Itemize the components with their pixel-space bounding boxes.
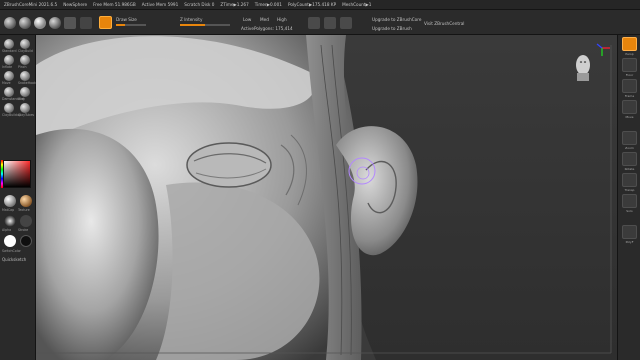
zoom-view-button[interactable] — [622, 131, 637, 145]
brush-label-inflate: Inflate — [2, 65, 13, 69]
resolution-high-button[interactable]: High — [275, 16, 289, 23]
upgrade-zbrushcore-link[interactable]: Upgrade to ZBrushCore — [372, 17, 421, 22]
sculpt-viewport[interactable] — [36, 35, 617, 360]
axis-gizmo-icon — [596, 43, 610, 56]
top-shelf: Draw Size Z Intensity Low Med High Activ… — [0, 10, 640, 40]
inflate-brush-icon[interactable] — [4, 55, 14, 65]
brush-label-claytubes: ClayTubes — [18, 113, 35, 117]
frame-button[interactable] — [622, 79, 637, 93]
damstandard-brush-icon[interactable] — [4, 87, 14, 97]
frame-label: Frame — [624, 94, 635, 98]
zoom-view-label: Zoom — [625, 146, 634, 150]
timer: Timer▶0.001 — [254, 2, 282, 7]
info-bar: ZBrushCoreMini 2021.6.5 NewSphere Free M… — [0, 0, 640, 10]
polyframe-button[interactable] — [622, 225, 637, 239]
left-tray: Standard ClayBuild Inflate Pinch Move Sn… — [0, 35, 36, 360]
persp-label: Persp — [625, 52, 634, 56]
stroke-icon[interactable] — [80, 17, 92, 29]
brush-icon[interactable] — [49, 17, 61, 29]
material-icon[interactable] — [34, 17, 46, 29]
brush-label-move: Move — [2, 81, 11, 85]
upgrade-zbrush-link[interactable]: Upgrade to ZBrush — [372, 26, 412, 31]
document-canvas[interactable] — [36, 35, 617, 360]
snakehook-brush-icon[interactable] — [20, 71, 30, 81]
alpha-swatch[interactable] — [4, 215, 16, 227]
dynamesh-icon[interactable] — [324, 17, 336, 29]
scratch-disk: Scratch Disk 0 — [184, 2, 215, 7]
alpha-label: Alpha — [2, 228, 12, 232]
move-view-button[interactable] — [622, 100, 637, 114]
material-swatch[interactable] — [4, 195, 16, 207]
resolution-low-button[interactable]: Low — [241, 16, 253, 23]
app-title: ZBrushCoreMini 2021.6.5 — [4, 2, 58, 7]
texture-icon[interactable] — [64, 17, 76, 29]
material-label: MatCap — [2, 208, 15, 212]
z-intensity-slider[interactable] — [180, 24, 230, 26]
draw-size-label: Draw Size — [116, 17, 137, 22]
resolution-med-button[interactable]: Med — [258, 16, 271, 23]
texture-label: Texture — [18, 208, 30, 212]
free-mem: Free Mem 51.986GB — [93, 2, 136, 7]
pinch-brush-icon[interactable] — [20, 55, 30, 65]
document-name: NewSphere — [63, 2, 88, 7]
floor-label: Floor — [625, 73, 634, 77]
sphere-icon[interactable] — [19, 17, 31, 29]
symmetry-icon[interactable] — [308, 17, 320, 29]
brush-label-clay: Clay — [18, 97, 25, 101]
draw-size-slider[interactable] — [116, 24, 146, 26]
move-view-label: Move — [625, 115, 634, 119]
floor-button[interactable] — [622, 58, 637, 72]
color-picker[interactable] — [3, 160, 31, 188]
rotate-view-label: Rotate — [624, 167, 635, 171]
brush-label-standard: Standard — [2, 49, 17, 53]
stroke-label: Stroke — [18, 228, 29, 232]
clay-brush-icon[interactable] — [20, 87, 30, 97]
rotate-view-button[interactable] — [622, 152, 637, 166]
transp-label: Transp — [624, 188, 635, 192]
stroke-swatch[interactable] — [20, 215, 32, 227]
quicksketch-label[interactable]: Quicksketch — [2, 257, 26, 262]
z-intensity-label: Z Intensity — [180, 17, 203, 22]
solo-button[interactable] — [622, 194, 637, 208]
polyframe-label: PolyF — [625, 240, 634, 244]
brush-label-pinch: Pinch — [18, 65, 27, 69]
eyelid-shape — [186, 142, 272, 188]
brush-label-snakehook: SnakeHook — [18, 81, 36, 85]
standard-brush-icon[interactable] — [4, 39, 14, 49]
active-polygons: ActivePolygons: 175,414 — [241, 26, 293, 31]
zremesher-icon[interactable] — [340, 17, 352, 29]
z-intensity-fill — [180, 24, 205, 26]
claybuild-brush-icon[interactable] — [20, 39, 30, 49]
draw-button[interactable] — [99, 16, 112, 29]
main-color-swatch[interactable] — [4, 235, 16, 247]
claytubes-brush-icon[interactable] — [20, 103, 30, 113]
draw-size-fill — [116, 24, 125, 26]
transp-button[interactable] — [622, 173, 637, 187]
persp-button[interactable] — [622, 37, 637, 51]
meshcount: MeshCount▶1 — [342, 2, 372, 7]
navigation-head-thumbnail — [576, 55, 590, 81]
ztime: ZTime▶1.267 — [220, 2, 249, 7]
claybuildup-brush-icon[interactable] — [4, 103, 14, 113]
polycount: PolyCount▶175.418 KP — [287, 2, 337, 7]
brush-label-claybuild: ClayBuild — [18, 49, 33, 53]
active-mem: Active Mem 5991 — [141, 2, 179, 7]
move-brush-icon[interactable] — [4, 71, 14, 81]
texture-swatch[interactable] — [20, 195, 32, 207]
switch-color-label: SwitchColor — [2, 249, 21, 253]
visit-central-link[interactable]: Visit ZBrushCentral — [424, 21, 464, 26]
solo-label: Solo — [626, 209, 633, 213]
secondary-color-swatch[interactable] — [20, 235, 32, 247]
right-tray: Persp Floor Frame Move Zoom Rotate Trans… — [617, 35, 640, 360]
lightbox-icon[interactable] — [4, 17, 16, 29]
